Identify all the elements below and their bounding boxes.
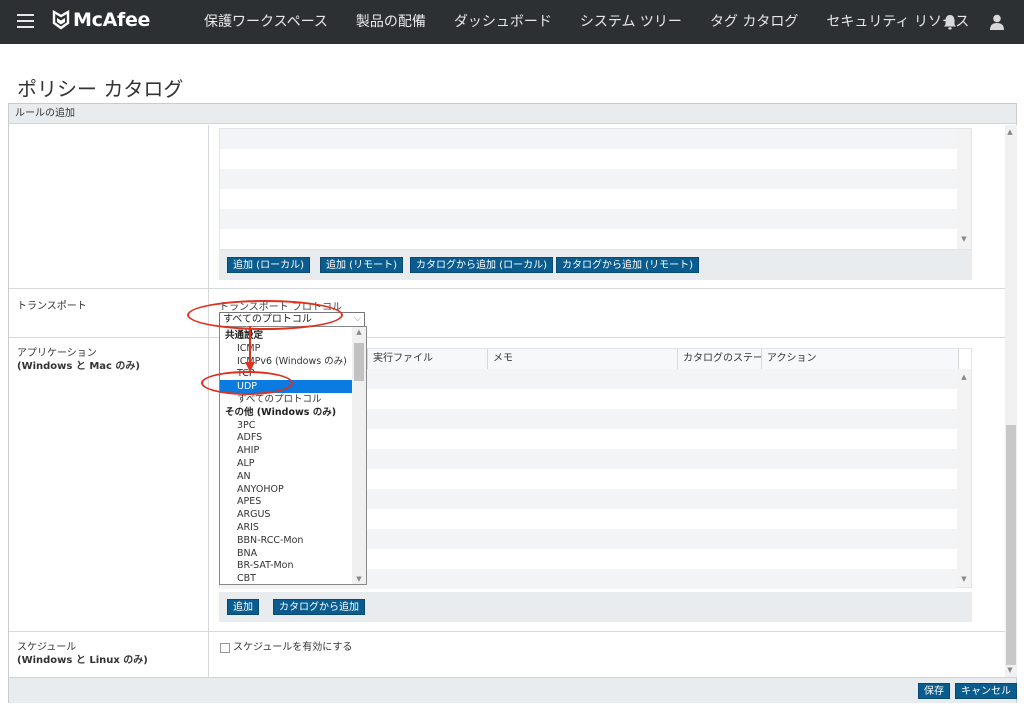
top-rule-grid: ▼ <box>219 128 972 250</box>
add-remote-button[interactable]: 追加 (リモート) <box>320 257 403 273</box>
dropdown-option[interactable]: BBN-RCC-Mon <box>220 534 352 547</box>
user-icon[interactable] <box>988 13 1006 31</box>
dropdown-option[interactable]: すべてのプロトコル <box>220 393 352 406</box>
dropdown-option[interactable]: ARGUS <box>220 508 352 521</box>
row-divider <box>9 337 1005 338</box>
dropdown-option[interactable]: ALP <box>220 457 352 470</box>
scroll-down-arrow-icon[interactable]: ▼ <box>957 235 971 243</box>
add-from-catalog-local-button[interactable]: カタログから追加 (ローカル) <box>410 257 553 273</box>
application-label-line1: アプリケーション <box>17 348 97 359</box>
main-menu: 保護ワークスペース 製品の配備 ダッシュボード システム ツリー タグ カタログ… <box>190 0 983 44</box>
dropdown-option[interactable]: ADFS <box>220 431 352 444</box>
schedule-label-line2: (Windows と Linux のみ) <box>17 655 148 666</box>
nav-dashboard[interactable]: ダッシュボード <box>440 0 566 44</box>
schedule-label-line1: スケジュール <box>17 642 77 653</box>
footer-bar: 保存 キャンセル <box>9 677 1017 703</box>
dropdown-scrollbar-thumb[interactable] <box>354 343 364 381</box>
label-column-divider <box>9 125 209 677</box>
add-application-from-catalog-button[interactable]: カタログから追加 <box>273 599 365 615</box>
dropdown-option[interactable]: ICMP <box>220 342 352 355</box>
annotation-circle-udp-option <box>201 371 293 395</box>
dropdown-option[interactable]: ARIS <box>220 521 352 534</box>
application-grid-scrollbar[interactable]: ▲ ▼ <box>957 369 971 587</box>
column-header-action[interactable]: アクション <box>762 349 959 369</box>
dropdown-option[interactable]: APES <box>220 495 352 508</box>
scroll-down-arrow-icon[interactable]: ▼ <box>352 575 366 583</box>
application-button-bar: 追加 カタログから追加 <box>219 592 972 622</box>
row-divider <box>9 288 1005 289</box>
dropdown-option[interactable]: BR-SAT-Mon <box>220 559 352 572</box>
dropdown-option[interactable]: AN <box>220 470 352 483</box>
transport-label: トランスポート <box>17 301 87 312</box>
page-scrollbar[interactable]: ▲ ▼ <box>1005 125 1017 677</box>
nav-product-deployment[interactable]: 製品の配備 <box>342 0 440 44</box>
save-button[interactable]: 保存 <box>918 683 950 699</box>
page-title: ポリシー カタログ <box>17 77 184 101</box>
mcafee-shield-icon <box>52 10 70 30</box>
dropdown-group-header: 共通設定 <box>225 330 264 341</box>
nav-tag-catalog[interactable]: タグ カタログ <box>696 0 812 44</box>
enable-schedule-label[interactable]: スケジュールを有効にする <box>233 641 352 654</box>
grid-row <box>220 209 957 229</box>
rule-editor-panel: ルールの追加 ▼ 追加 (ローカル) 追加 (リモート) カタログから追加 (ロ… <box>8 103 1017 703</box>
annotation-circle-protocol-select <box>187 300 343 330</box>
protocol-dropdown-list[interactable]: 共通設定 ICMP ICMPv6 (Windows のみ) TCP UDP すべてのプロト… <box>219 326 367 585</box>
top-grid-button-bar: 追加 (ローカル) 追加 (リモート) カタログから追加 (ローカル) カタログ… <box>219 250 972 280</box>
dropdown-option[interactable]: 3PC <box>220 419 352 432</box>
grid-row <box>220 129 957 149</box>
logo-text: McAfee <box>73 9 151 31</box>
scroll-up-arrow-icon[interactable]: ▲ <box>352 328 366 336</box>
grid-row <box>220 169 957 189</box>
top-navigation-bar: McAfee 保護ワークスペース 製品の配備 ダッシュボード システム ツリー … <box>0 0 1024 44</box>
schedule-label: スケジュール (Windows と Linux のみ) <box>17 641 148 667</box>
application-label: アプリケーション (Windows と Mac のみ) <box>17 347 140 373</box>
add-from-catalog-remote-button[interactable]: カタログから追加 (リモート) <box>556 257 699 273</box>
nav-protection-workspace[interactable]: 保護ワークスペース <box>190 0 342 44</box>
hamburger-menu-icon[interactable] <box>17 14 34 28</box>
cancel-button[interactable]: キャンセル <box>955 683 1017 699</box>
dropdown-scrollbar[interactable]: ▲ ▼ <box>352 327 366 584</box>
add-application-button[interactable]: 追加 <box>227 599 259 615</box>
scroll-up-arrow-icon[interactable]: ▲ <box>957 373 971 381</box>
dropdown-option[interactable]: BNA <box>220 547 352 560</box>
row-divider <box>9 631 1005 632</box>
annotation-arrow-icon <box>245 326 255 372</box>
column-header-catalog-status[interactable]: カタログのステータス <box>678 349 762 369</box>
column-header-executable[interactable]: 実行ファイル <box>368 349 488 369</box>
dropdown-option[interactable]: ICMPv6 (Windows のみ) <box>220 355 352 368</box>
application-label-line2: (Windows と Mac のみ) <box>17 361 141 372</box>
scroll-down-arrow-icon[interactable]: ▼ <box>957 575 971 583</box>
add-local-button[interactable]: 追加 (ローカル) <box>227 257 310 273</box>
dropdown-option[interactable]: CBT <box>220 572 352 584</box>
dropdown-option[interactable]: AHIP <box>220 444 352 457</box>
section-header: ルールの追加 <box>9 104 1016 124</box>
enable-schedule-checkbox[interactable] <box>220 643 230 653</box>
chevron-down-icon: ⌵ <box>354 314 361 324</box>
dropdown-option[interactable]: ANYOHOP <box>220 483 352 496</box>
mcafee-logo[interactable]: McAfee <box>52 9 150 31</box>
bell-icon[interactable] <box>941 13 959 31</box>
top-grid-scrollbar[interactable]: ▼ <box>957 129 971 249</box>
dropdown-group-header: その他 (Windows のみ) <box>225 406 337 418</box>
column-header-notes[interactable]: メモ <box>488 349 678 369</box>
scroll-up-arrow-icon[interactable]: ▲ <box>1004 128 1016 136</box>
page-scrollbar-thumb[interactable] <box>1006 425 1016 665</box>
nav-system-tree[interactable]: システム ツリー <box>566 0 696 44</box>
scroll-down-arrow-icon[interactable]: ▼ <box>1004 666 1016 674</box>
